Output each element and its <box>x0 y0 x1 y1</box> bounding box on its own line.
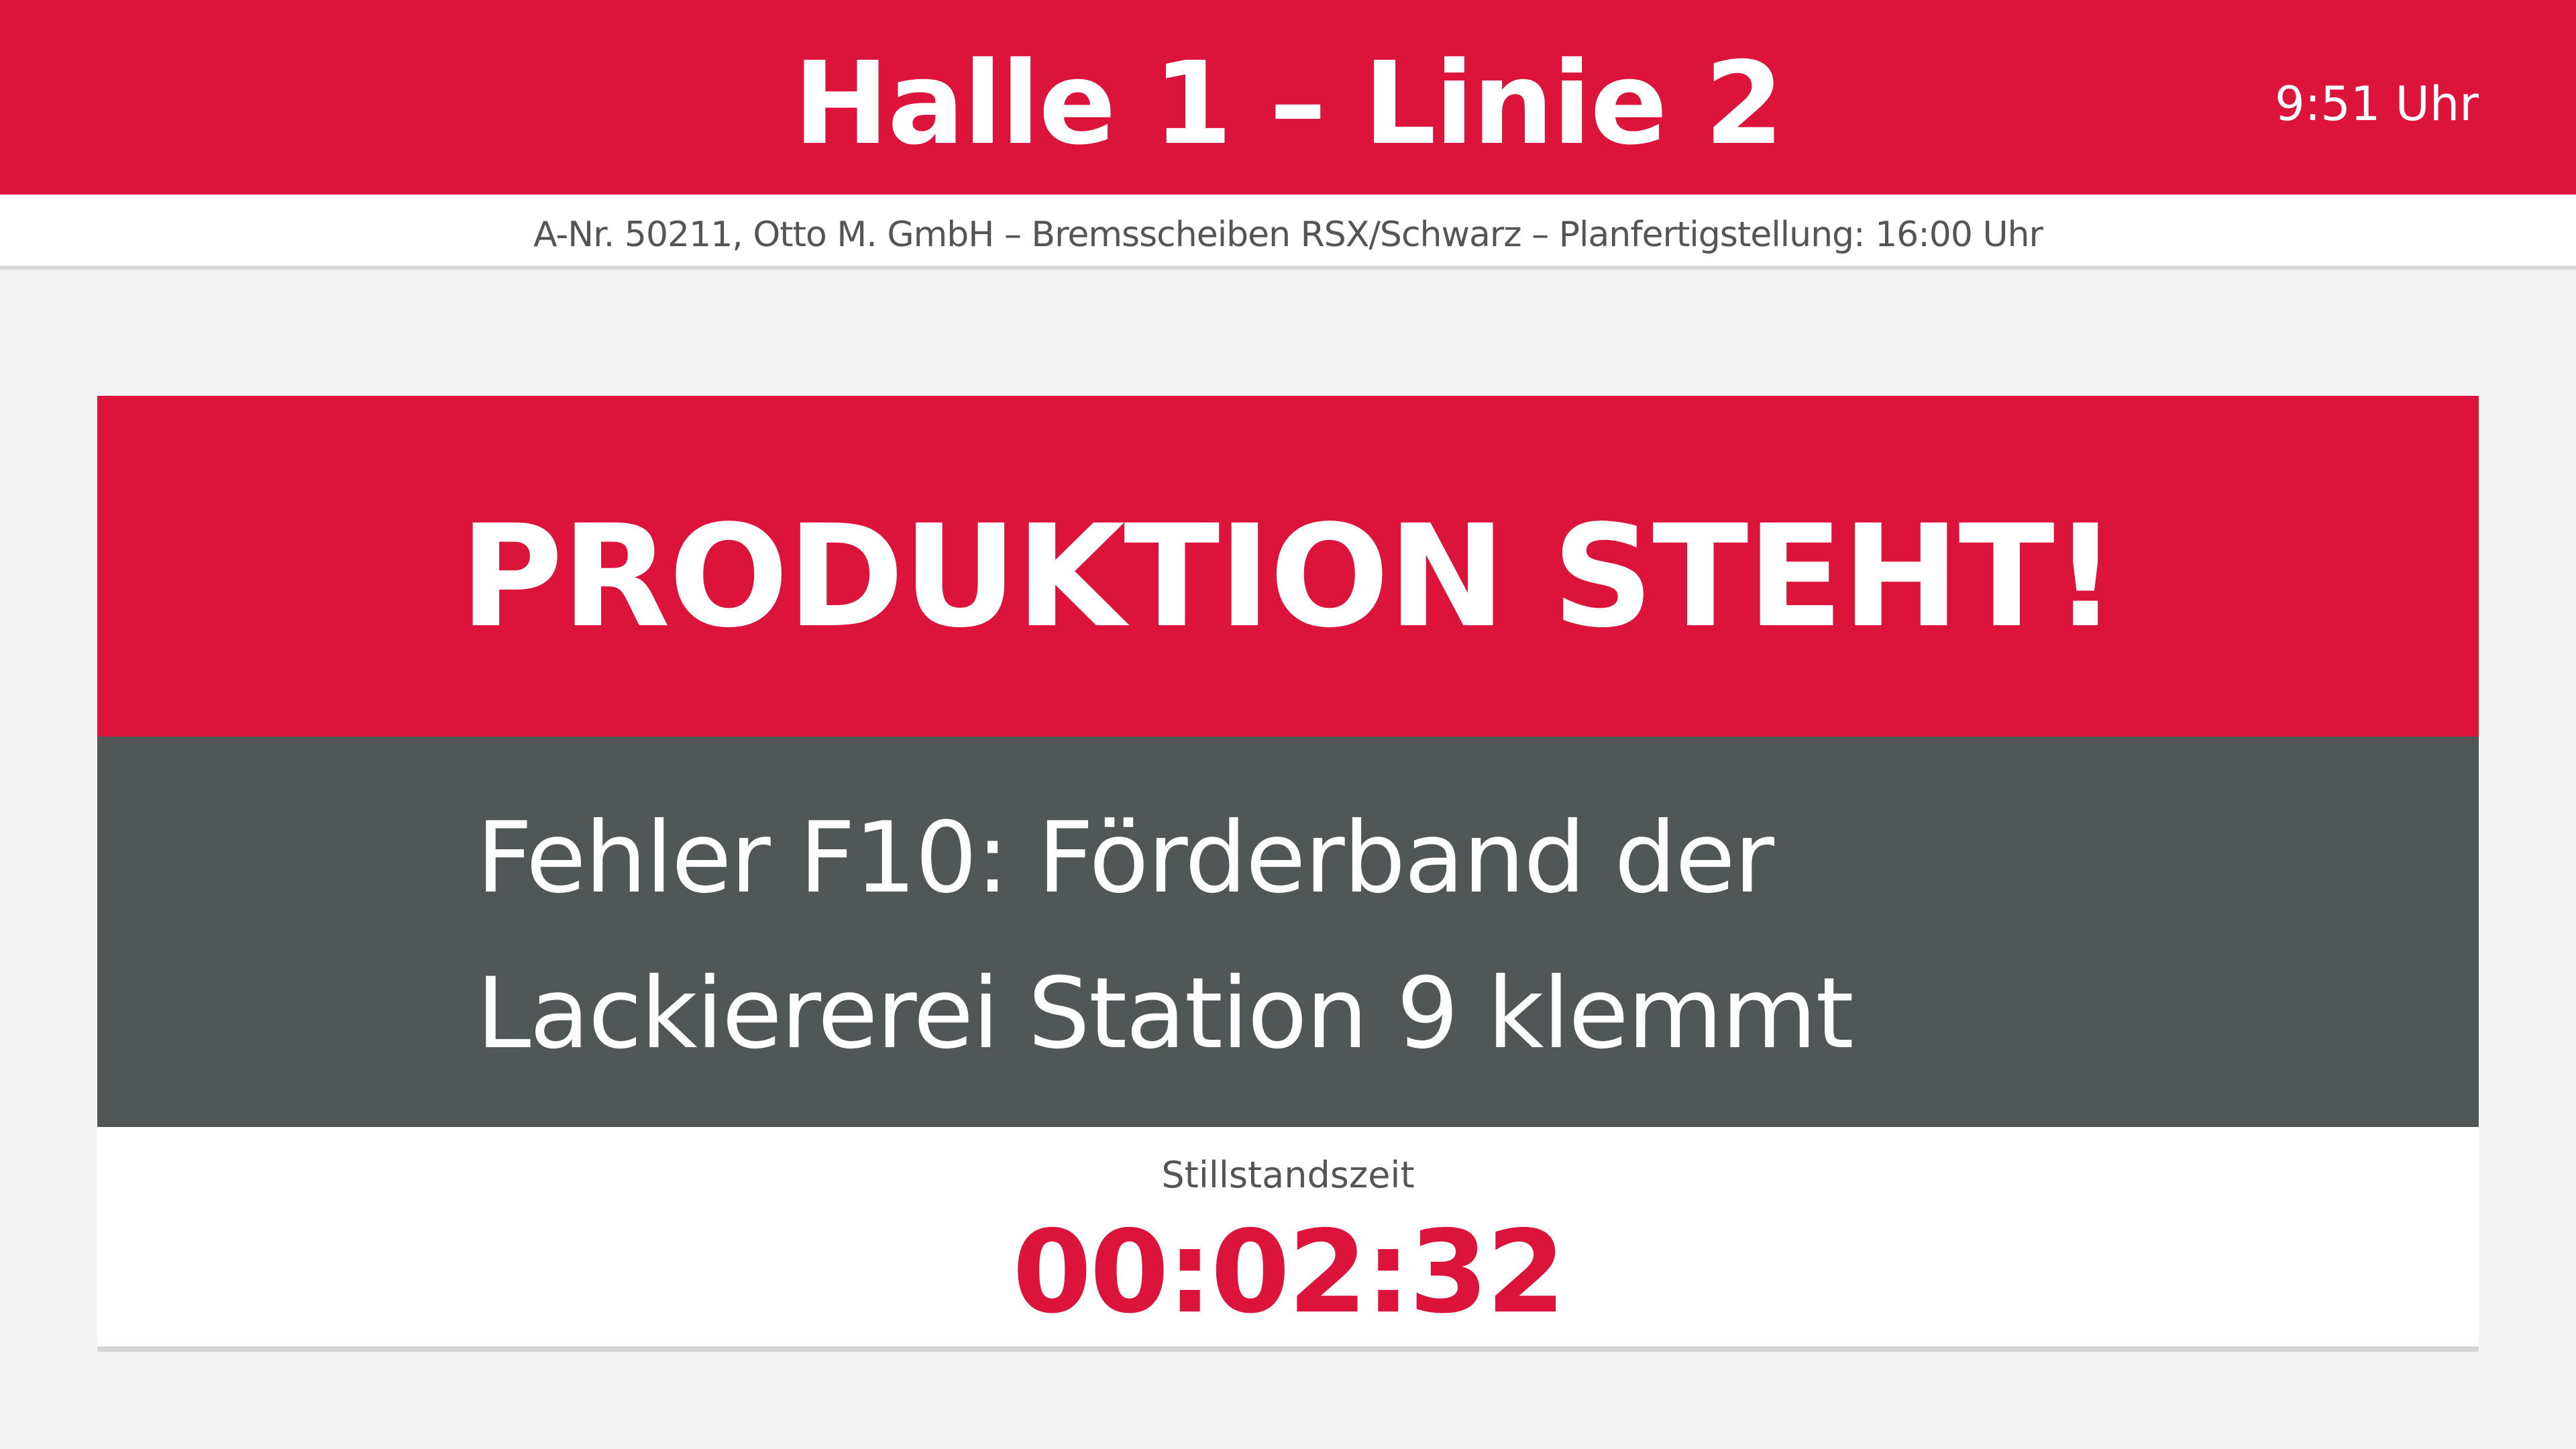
order-info-text: A-Nr. 50211, Otto M. GmbH – Bremsscheibe… <box>533 215 2043 255</box>
alert-status-banner: PRODUKTION STEHT! <box>97 396 2479 737</box>
downtime-label: Stillstandszeit <box>1161 1154 1415 1196</box>
error-message-panel: Fehler F10: Förderband der Lackiererei S… <box>97 737 2479 1127</box>
downtime-timer: 00:02:32 <box>1012 1206 1566 1339</box>
clock: 9:51 Uhr <box>2275 76 2479 131</box>
header-bar: Halle 1 – Linie 2 9:51 Uhr <box>0 0 2576 195</box>
line-title: Halle 1 – Linie 2 <box>793 38 1784 170</box>
alert-card: PRODUKTION STEHT! Fehler F10: Förderband… <box>97 396 2479 1352</box>
alert-status-text: PRODUKTION STEHT! <box>460 494 2117 659</box>
order-info-bar: A-Nr. 50211, Otto M. GmbH – Bremsscheibe… <box>0 195 2576 270</box>
error-message-line: Fehler F10: Förderband der <box>476 801 1774 915</box>
error-message-line: Lackiererei Station 9 klemmt <box>476 957 1854 1071</box>
